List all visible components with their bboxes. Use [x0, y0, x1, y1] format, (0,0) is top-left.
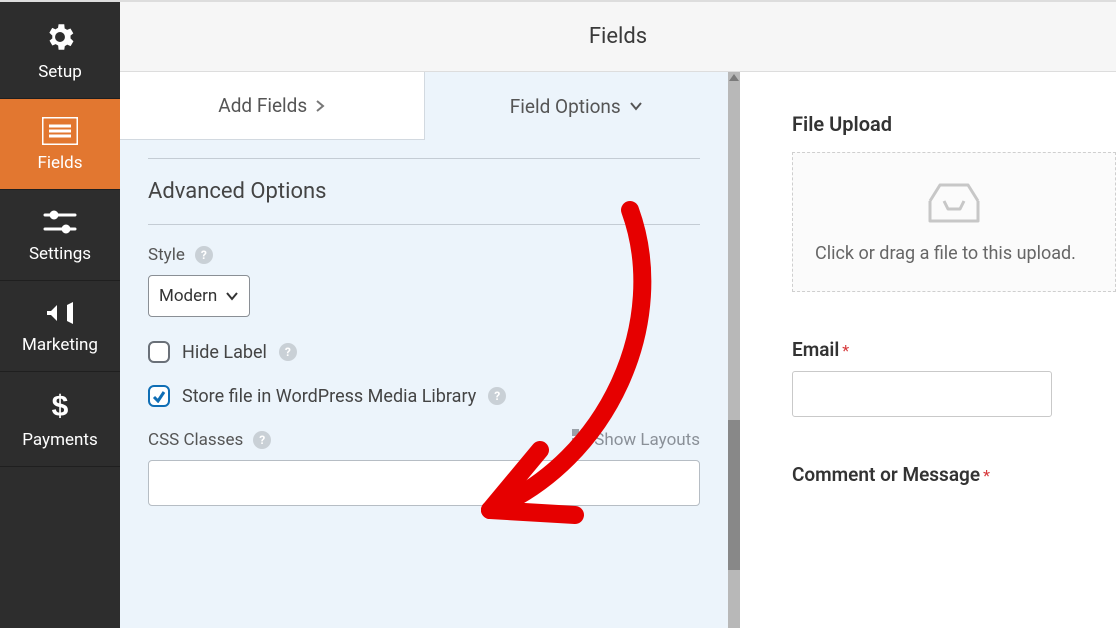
help-icon[interactable]: ?: [279, 343, 297, 361]
sidebar-item-setup[interactable]: Setup: [0, 2, 120, 99]
sliders-icon: [43, 208, 77, 236]
style-select[interactable]: Modern: [148, 275, 250, 317]
file-upload-hint: Click or drag a file to this upload.: [815, 241, 1093, 267]
chevron-down-icon: [629, 101, 643, 111]
sidebar-item-label: Settings: [29, 244, 91, 264]
sidebar-item-label: Payments: [22, 430, 97, 450]
gear-icon: [43, 20, 77, 54]
chevron-right-icon: [315, 99, 325, 113]
file-upload-label: File Upload: [792, 112, 1116, 136]
section-heading-advanced: Advanced Options: [148, 179, 700, 204]
form-preview: File Upload Click or drag a file to this…: [740, 72, 1116, 628]
css-classes-label: CSS Classes: [148, 430, 243, 450]
field-options-panel: Add Fields Field Options Advanced: [120, 72, 740, 628]
divider: [148, 224, 700, 225]
email-field[interactable]: Email*: [792, 338, 1116, 417]
scroll-up-arrow-icon[interactable]: [729, 74, 739, 81]
style-select-value: Modern: [159, 286, 217, 306]
css-classes-input[interactable]: [148, 460, 700, 506]
comment-label: Comment or Message: [792, 463, 980, 486]
help-icon[interactable]: ?: [253, 431, 271, 449]
required-asterisk: *: [983, 466, 990, 485]
scrollbar-thumb[interactable]: [728, 420, 740, 570]
sidebar-item-fields[interactable]: Fields: [0, 99, 120, 190]
sidebar-item-label: Setup: [38, 62, 82, 82]
email-input[interactable]: [792, 371, 1052, 417]
hide-label-text: Hide Label: [182, 342, 267, 363]
file-upload-dropzone[interactable]: Click or drag a file to this upload.: [792, 152, 1116, 292]
file-upload-field[interactable]: File Upload Click or drag a file to this…: [792, 112, 1116, 292]
sidebar: Setup Fields Settings Marketing: [0, 2, 120, 628]
sidebar-item-marketing[interactable]: Marketing: [0, 281, 120, 372]
required-asterisk: *: [842, 341, 849, 360]
svg-text:$: $: [52, 390, 69, 422]
inbox-icon: [815, 181, 1093, 225]
dollar-icon: $: [50, 390, 70, 422]
store-media-label: Store file in WordPress Media Library: [182, 386, 476, 407]
sidebar-item-settings[interactable]: Settings: [0, 190, 120, 281]
show-layouts-label: Show Layouts: [594, 430, 700, 450]
store-media-checkbox[interactable]: [148, 385, 170, 407]
page-header: Fields: [120, 2, 1116, 72]
tab-field-options[interactable]: Field Options: [425, 72, 729, 140]
sidebar-item-label: Marketing: [22, 335, 98, 355]
tab-label: Add Fields: [218, 94, 307, 117]
help-icon[interactable]: ?: [195, 246, 213, 264]
divider: [148, 158, 700, 159]
chevron-down-icon: [225, 291, 239, 301]
panel-tabs: Add Fields Field Options: [120, 72, 728, 140]
tab-label: Field Options: [510, 95, 621, 118]
style-label: Style: [148, 245, 185, 265]
comment-field[interactable]: Comment or Message*: [792, 463, 1116, 486]
sidebar-item-label: Fields: [37, 153, 82, 173]
email-label: Email: [792, 338, 839, 361]
sidebar-item-payments[interactable]: $ Payments: [0, 372, 120, 467]
show-layouts-button[interactable]: Show Layouts: [572, 429, 700, 450]
list-icon: [42, 117, 78, 145]
tab-add-fields[interactable]: Add Fields: [120, 72, 425, 140]
megaphone-icon: [43, 299, 77, 327]
help-icon[interactable]: ?: [488, 387, 506, 405]
grid-icon: [572, 429, 588, 450]
hide-label-checkbox[interactable]: [148, 341, 170, 363]
page-title: Fields: [589, 24, 647, 49]
